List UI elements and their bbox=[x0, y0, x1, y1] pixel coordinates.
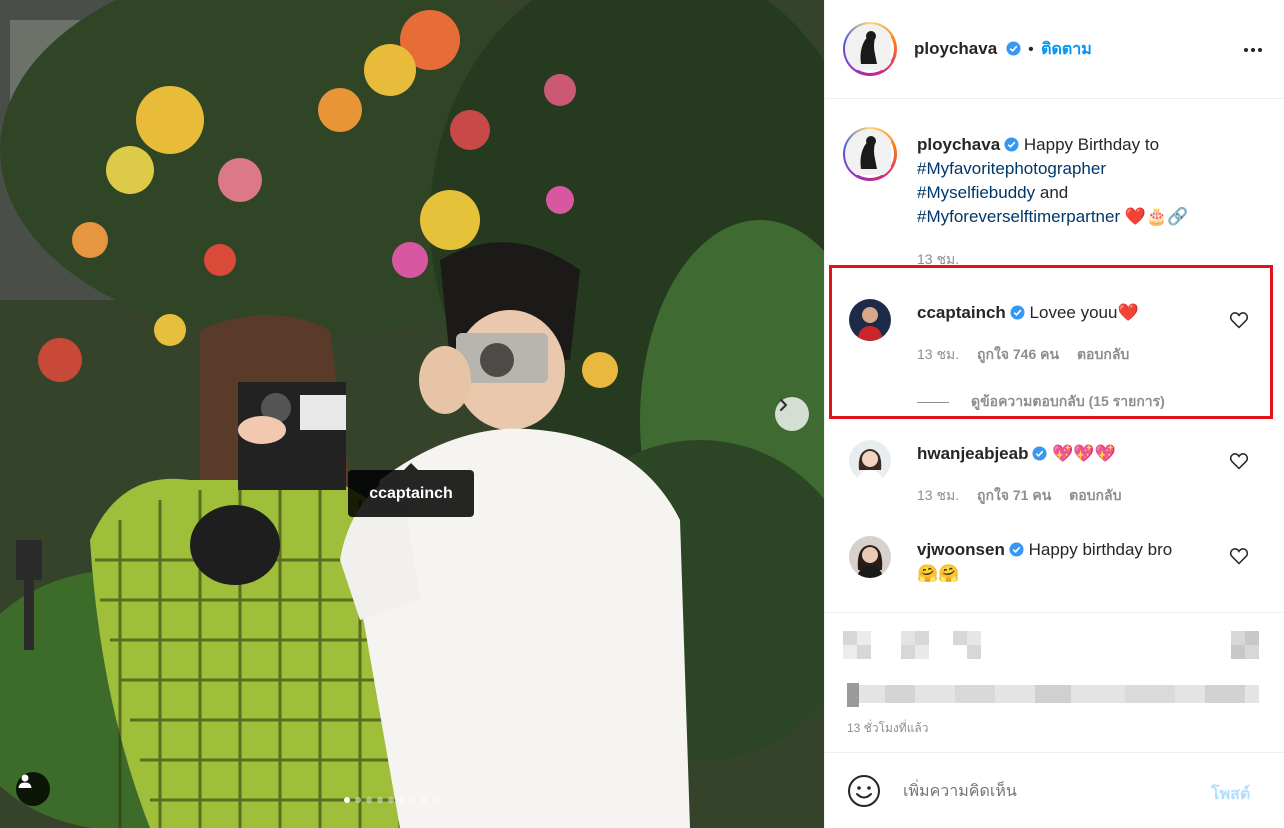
caption-emoji: ❤️🎂🔗 bbox=[1124, 207, 1189, 226]
carousel-indicators bbox=[344, 797, 438, 803]
verified-badge-icon bbox=[1032, 446, 1048, 461]
post-header: ploychava • ติดตาม bbox=[825, 0, 1284, 99]
commenter-avatar[interactable] bbox=[849, 536, 891, 578]
reply-button[interactable]: ตอบกลับ bbox=[1069, 487, 1121, 503]
hashtag-link[interactable]: #Myselfiebuddy bbox=[917, 183, 1035, 202]
photo-user-tag-label: ccaptainch bbox=[369, 484, 453, 502]
carousel-dot bbox=[410, 797, 416, 803]
post-side-panel: ploychava • ติดตาม ploychava Happy Birth… bbox=[824, 0, 1284, 828]
post-comment-button[interactable]: โพสต์ bbox=[1211, 782, 1250, 807]
carousel-dot bbox=[421, 797, 427, 803]
post-time-ago: 13 ชั่วโมงที่แล้ว bbox=[847, 721, 929, 735]
hashtag-link[interactable]: #Myfavoritephotographer bbox=[917, 159, 1106, 178]
comment-text: Lovee youu❤️ bbox=[1029, 303, 1139, 322]
carousel-dot bbox=[388, 797, 394, 803]
carousel-dot bbox=[355, 797, 361, 803]
photo-user-tag[interactable]: ccaptainch bbox=[348, 463, 474, 517]
reply-button[interactable]: ตอบกลับ bbox=[1077, 346, 1129, 362]
header-separator: • bbox=[1028, 41, 1034, 58]
commenter-avatar-image bbox=[849, 440, 891, 482]
commenter-username[interactable]: vjwoonsen bbox=[917, 540, 1005, 559]
caption-avatar-image bbox=[845, 129, 891, 175]
view-replies-label: ดูข้อความตอบกลับ (15 รายการ) bbox=[971, 393, 1165, 409]
commenter-username[interactable]: hwanjeabjeab bbox=[917, 444, 1028, 463]
carousel-dot bbox=[432, 797, 438, 803]
like-comment-heart-icon[interactable] bbox=[1229, 546, 1249, 566]
like-comment-heart-icon[interactable] bbox=[1229, 451, 1249, 471]
comment-likes[interactable]: ถูกใจ 71 คน bbox=[977, 487, 1051, 503]
carousel-dot bbox=[344, 797, 350, 803]
comment-time: 13 ชม. bbox=[917, 487, 960, 503]
verified-badge-icon bbox=[1010, 305, 1025, 320]
user-icon bbox=[18, 774, 32, 788]
comment-text: 💖💖💖 bbox=[1052, 444, 1116, 463]
carousel-dot bbox=[366, 797, 372, 803]
more-options-icon[interactable] bbox=[1241, 38, 1265, 62]
pixelated-content bbox=[843, 631, 1259, 707]
add-comment-bar: โพสต์ bbox=[825, 752, 1284, 828]
caption-username[interactable]: ploychava bbox=[917, 135, 1000, 154]
caption-author-avatar[interactable] bbox=[843, 127, 897, 181]
commenter-avatar[interactable] bbox=[849, 299, 891, 341]
carousel-next-button[interactable] bbox=[775, 397, 809, 431]
author-avatar[interactable] bbox=[843, 22, 897, 76]
comment-likes[interactable]: ถูกใจ 746 คน bbox=[977, 346, 1059, 362]
follow-button[interactable]: ติดตาม bbox=[1041, 41, 1092, 58]
chevron-right-icon bbox=[779, 398, 788, 412]
view-replies-button[interactable]: ดูข้อความตอบกลับ (15 รายการ) bbox=[917, 391, 1165, 413]
commenter-avatar-image bbox=[849, 536, 891, 578]
commenter-avatar-image bbox=[849, 299, 891, 341]
verified-badge-icon bbox=[1004, 137, 1019, 152]
photo-illustration bbox=[0, 0, 824, 828]
caption-and: and bbox=[1039, 183, 1069, 202]
replies-divider bbox=[917, 401, 949, 403]
tagged-users-button[interactable] bbox=[16, 772, 50, 806]
commenter-username[interactable]: ccaptainch bbox=[917, 303, 1006, 322]
verified-badge-icon bbox=[1009, 542, 1024, 557]
author-username[interactable]: ploychava bbox=[914, 39, 997, 58]
hashtag-link[interactable]: #Myforeverselftimerpartner bbox=[917, 207, 1120, 226]
comment-emoji: 🤗🤗 bbox=[917, 564, 960, 583]
verified-badge-icon bbox=[1006, 41, 1021, 56]
add-comment-input[interactable] bbox=[901, 777, 1195, 807]
commenter-avatar[interactable] bbox=[849, 440, 891, 482]
caption-text-line1: Happy Birthday to bbox=[1023, 135, 1160, 154]
comment-text: Happy birthday bro bbox=[1028, 540, 1173, 559]
like-comment-heart-icon[interactable] bbox=[1229, 310, 1249, 330]
carousel-dot bbox=[377, 797, 383, 803]
pixelated-actions-area: 13 ชั่วโมงที่แล้ว bbox=[825, 612, 1284, 747]
carousel-dot bbox=[399, 797, 405, 803]
author-avatar-image bbox=[845, 24, 891, 70]
emoji-icon[interactable] bbox=[847, 774, 881, 808]
post-photo[interactable]: ccaptainch bbox=[0, 0, 824, 828]
comment-time: 13 ชม. bbox=[917, 346, 960, 362]
